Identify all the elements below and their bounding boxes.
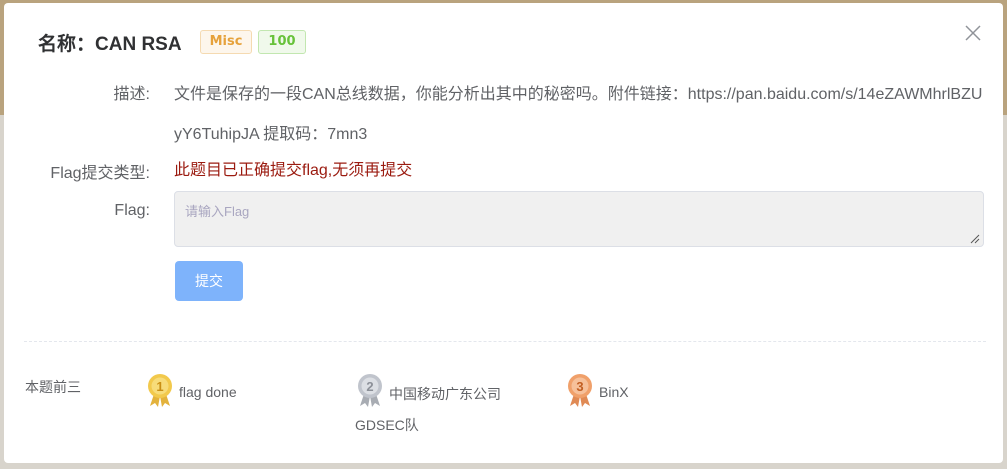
- rank-3-name: BinX: [599, 384, 629, 400]
- silver-medal-icon: 2: [358, 374, 382, 407]
- challenge-title: 名称：CAN RSA: [38, 33, 182, 55]
- rank-2-name-line2: GDSEC队: [355, 417, 419, 433]
- gold-medal-icon: 1: [148, 374, 172, 407]
- submit-button[interactable]: 提交: [175, 261, 243, 301]
- description-label: 描述:: [113, 86, 150, 103]
- section-divider: [24, 341, 986, 342]
- score-tag: 100: [258, 30, 306, 54]
- rank-2-entry: 2 中国移动广东公司 GDSEC队: [355, 372, 545, 438]
- close-icon[interactable]: [963, 23, 983, 43]
- top3-label: 本题前三: [25, 379, 81, 395]
- description-text: 文件是保存的一段CAN总线数据，你能分析出其中的秘密吗。附件链接：https:/…: [174, 86, 983, 143]
- dialog-header: 名称：CAN RSA Misc 100: [38, 27, 306, 57]
- rank-1-number: 1: [156, 379, 163, 394]
- flag-status-text: 此题目已正确提交flag,无须再提交: [174, 162, 413, 179]
- rank-1-name: flag done: [179, 384, 237, 400]
- rank-2-number: 2: [366, 379, 373, 394]
- rank-1-entry: 1 flag done: [145, 372, 325, 412]
- rank-2-name-line1: 中国移动广东公司: [389, 386, 501, 402]
- rank-3-entry: 3 BinX: [565, 372, 685, 412]
- flag-input[interactable]: [174, 191, 984, 247]
- category-tag: Misc: [199, 30, 253, 54]
- flag-type-label: Flag提交类型:: [50, 165, 150, 182]
- rank-3-number: 3: [576, 379, 583, 394]
- flag-label: Flag:: [114, 202, 150, 219]
- bronze-medal-icon: 3: [568, 374, 592, 407]
- challenge-dialog: 名称：CAN RSA Misc 100 描述: 文件是保存的一段CAN总线数据，…: [4, 3, 1003, 463]
- resize-handle-icon[interactable]: [970, 234, 980, 244]
